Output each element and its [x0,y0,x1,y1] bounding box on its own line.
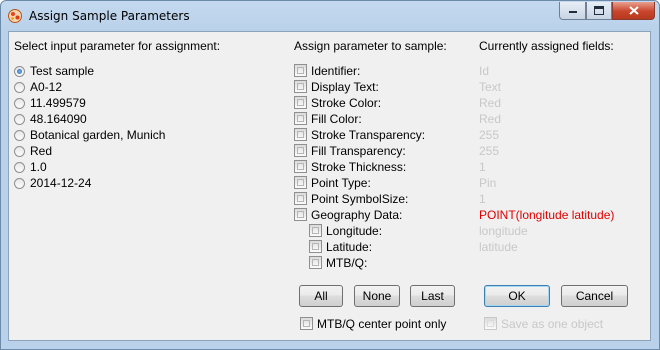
input-param-label: Botanical garden, Munich [30,128,166,142]
field-label: Stroke Color: [311,96,382,110]
radio-button[interactable] [14,130,25,141]
input-param-label: A0-12 [30,80,63,94]
checkbox[interactable] [294,96,307,109]
field-value: 1 [479,192,486,206]
close-button[interactable] [612,2,655,20]
checkbox[interactable] [484,317,497,330]
checkbox[interactable] [309,224,322,237]
input-param-label: Test sample [30,64,95,78]
input-param-label: 2014-12-24 [30,176,92,190]
last-button[interactable]: Last [410,285,455,307]
field-value: Id [479,64,490,78]
maximize-button[interactable] [586,2,612,20]
checkbox[interactable] [300,317,313,330]
field-value: 1 [479,160,486,174]
field-label: Stroke Thickness: [311,160,407,174]
checkbox[interactable] [309,256,322,269]
checkbox[interactable] [294,192,307,205]
field-value: longitude [479,224,528,238]
assign-params-heading: Assign parameter to sample: [294,39,447,53]
radio-button[interactable] [14,146,25,157]
checkbox[interactable] [294,160,307,173]
checkbox[interactable] [294,144,307,157]
checkbox[interactable] [294,176,307,189]
input-params-heading: Select input parameter for assignment: [14,39,221,53]
radio-button[interactable] [14,66,25,77]
radio-button[interactable] [14,98,25,109]
field-value: latitude [479,240,518,254]
minimize-icon [568,10,577,13]
title-bar[interactable]: Assign Sample Parameters [1,1,659,31]
field-value: Text [479,80,502,94]
field-label: Geography Data: [311,208,403,222]
radio-button[interactable] [14,178,25,189]
input-param-label: Red [30,144,53,158]
dialog-content: Select input parameter for assignment: A… [8,31,651,341]
field-label: Point Type: [311,176,371,190]
all-button[interactable]: All [299,285,343,307]
radio-button[interactable] [14,114,25,125]
field-value: 255 [479,144,500,158]
field-label: Display Text: [311,80,379,94]
checkbox[interactable] [309,240,322,253]
input-param-label: 11.499579 [30,96,86,110]
field-value: Red [479,96,502,110]
checkbox[interactable] [294,64,307,77]
field-label: Point SymbolSize: [311,192,409,206]
checkbox[interactable] [294,112,307,125]
app-icon [7,8,23,24]
input-param-label: 1.0 [30,160,47,174]
checkbox[interactable] [294,80,307,93]
close-icon [628,6,639,15]
current-fields-heading: Currently assigned fields: [479,39,614,53]
save-one-object-label: Save as one object [501,317,604,331]
maximize-icon [594,6,604,15]
field-label: Longitude: [326,224,383,238]
checkbox[interactable] [294,208,307,221]
minimize-button[interactable] [559,2,586,20]
field-label: Fill Color: [311,112,362,126]
field-value: Pin [479,176,497,190]
radio-button[interactable] [14,82,25,93]
field-value: Red [479,112,502,126]
checkbox[interactable] [294,128,307,141]
field-label: Latitude: [326,240,373,254]
field-label: MTB/Q: [326,256,368,270]
geography-value: POINT(longitude latitude) [479,208,615,222]
mtbq-center-label: MTB/Q center point only [317,317,447,331]
field-value: 255 [479,128,500,142]
field-label: Stroke Transparency: [311,128,426,142]
none-button[interactable]: None [354,285,400,307]
dialog-window: Assign Sample Parameters Select input pa… [0,0,660,350]
window-title: Assign Sample Parameters [29,9,190,23]
field-label: Fill Transparency: [311,144,406,158]
input-param-label: 48.164090 [30,112,87,126]
field-label: Identifier: [311,64,361,78]
cancel-button[interactable]: Cancel [561,285,628,307]
radio-button[interactable] [14,162,25,173]
ok-button[interactable]: OK [484,285,550,307]
